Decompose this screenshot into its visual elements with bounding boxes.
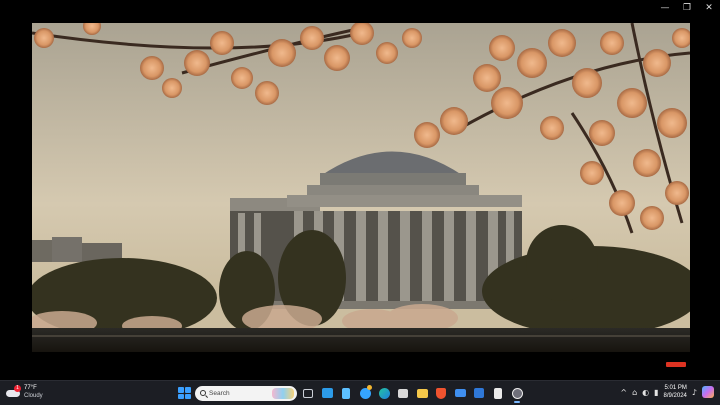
video-frame[interactable] xyxy=(32,23,690,352)
start-button[interactable] xyxy=(176,385,192,401)
system-tray: ^ ⌂ ◐ ▮ 5:01 PM 8/9/2024 ♪ xyxy=(620,384,714,400)
video-scene xyxy=(32,23,690,352)
notification-badge: 1 xyxy=(14,385,21,392)
maximize-button[interactable]: ❐ xyxy=(676,0,698,16)
search-highlight-icon xyxy=(272,387,294,399)
battery-icon[interactable]: ▮ xyxy=(654,388,658,397)
weather-temp: 77°F xyxy=(24,385,37,391)
clock[interactable]: 5:01 PM 8/9/2024 xyxy=(664,384,687,400)
network-icon[interactable]: ⌂ xyxy=(632,388,637,397)
search-input[interactable]: Search xyxy=(195,385,297,401)
taskbar-apps: Search xyxy=(176,385,525,403)
taskbar: 1 77°F Cloudy Search ^ ⌂ ◐ ▮ 5:01 PM 8/9… xyxy=(0,380,720,405)
mail-icon[interactable] xyxy=(452,385,468,401)
clock-date: 8/9/2024 xyxy=(663,393,687,399)
copilot-icon[interactable] xyxy=(702,386,714,398)
search-placeholder: Search xyxy=(209,389,230,397)
store-icon[interactable] xyxy=(357,385,373,401)
close-button[interactable]: ✕ xyxy=(698,0,720,16)
task-view-icon[interactable] xyxy=(300,385,316,401)
calendar-icon[interactable] xyxy=(471,385,487,401)
weather-condition: Cloudy xyxy=(24,393,43,399)
video-player-icon[interactable] xyxy=(509,385,525,403)
clock-time: 5:01 PM xyxy=(664,385,687,391)
youtube-logo xyxy=(666,362,686,367)
app-window: — ❐ ✕ xyxy=(0,0,720,380)
bell-icon[interactable]: ♪ xyxy=(692,388,697,397)
weather-widget[interactable]: 1 77°F Cloudy xyxy=(6,384,43,400)
search-icon xyxy=(200,390,206,396)
documents-icon[interactable] xyxy=(490,385,506,401)
explorer-icon[interactable] xyxy=(414,385,430,401)
media-icon[interactable] xyxy=(395,385,411,401)
notepad-icon[interactable] xyxy=(338,385,354,401)
window-controls: — ❐ ✕ xyxy=(654,0,720,16)
chevron-up-icon[interactable]: ^ xyxy=(620,388,627,397)
cloud-icon: 1 xyxy=(6,385,21,398)
widgets-icon[interactable] xyxy=(319,385,335,401)
brave-icon[interactable] xyxy=(433,385,449,401)
minimize-button[interactable]: — xyxy=(654,0,676,16)
edge-icon[interactable] xyxy=(376,385,392,401)
volume-icon[interactable]: ◐ xyxy=(642,388,649,397)
